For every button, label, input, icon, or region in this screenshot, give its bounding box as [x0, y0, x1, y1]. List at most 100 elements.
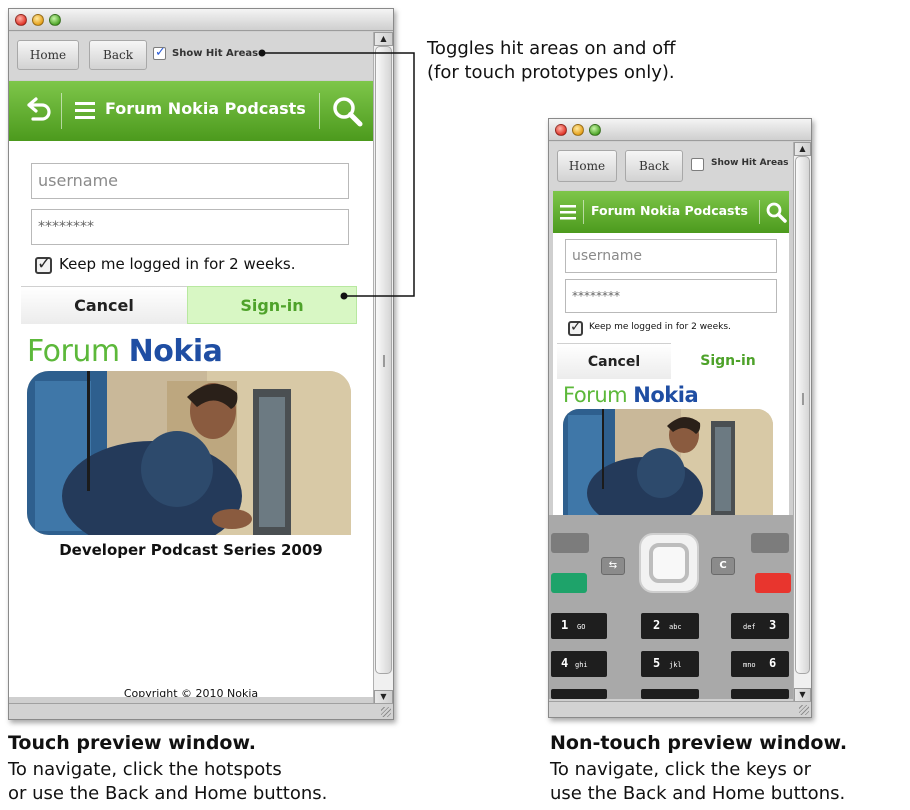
key-letters: abc	[669, 623, 682, 631]
window-status-bar	[9, 703, 393, 719]
header-divider	[319, 93, 320, 129]
key-3[interactable]: def 3	[731, 613, 789, 639]
forum-nokia-logo: Forum Nokia	[563, 383, 699, 407]
touch-preview-window: Home Back ✓ Show Hit Areas Forum Nokia P…	[8, 8, 394, 720]
cancel-button[interactable]: Cancel	[21, 286, 187, 324]
header-divider	[759, 200, 760, 224]
header-divider	[61, 93, 62, 129]
key-letters: def	[743, 623, 756, 631]
window-titlebar[interactable]	[9, 9, 393, 31]
username-input[interactable]: username	[565, 239, 777, 273]
checkmark-icon: ✓	[570, 319, 582, 335]
scrollbar-grip	[801, 393, 804, 405]
copyright-text: Copyright © 2010 Nokia	[123, 687, 259, 697]
podcast-caption: Developer Podcast Series 2009	[59, 541, 323, 559]
key-2[interactable]: 2 abc	[641, 613, 699, 639]
keep-logged-in-checkbox[interactable]: ✓	[568, 319, 583, 336]
key-letters: mno	[743, 661, 756, 669]
preview-toolbar: Home Back ✓ Show Hit Areas	[9, 32, 373, 80]
key-row-partial[interactable]	[551, 689, 607, 699]
back-button[interactable]: Back	[89, 40, 147, 70]
show-hit-areas-label: Show Hit Areas	[711, 158, 789, 168]
key-digit: 4	[561, 656, 569, 670]
hit-areas-note-line1: Toggles hit areas on and off	[427, 38, 676, 59]
keep-logged-in-label: Keep me logged in for 2 weeks.	[589, 322, 731, 332]
key-letters: GO	[577, 623, 586, 631]
show-hit-areas-checkbox[interactable]	[691, 158, 704, 171]
scrollbar-thumb[interactable]	[375, 46, 392, 674]
touch-caption-line2: or use the Back and Home buttons.	[8, 783, 328, 804]
vertical-scrollbar[interactable]: ▲ ▼	[793, 142, 811, 702]
zoom-window-icon[interactable]	[49, 14, 61, 26]
minimize-window-icon[interactable]	[32, 14, 44, 26]
call-key[interactable]	[551, 573, 587, 593]
hit-areas-note-line2: (for touch prototypes only).	[427, 62, 675, 83]
touch-phone-screen: Forum Nokia Podcasts username ******** ✓…	[9, 81, 373, 697]
show-hit-areas-checkbox[interactable]: ✓	[153, 45, 166, 60]
close-window-icon[interactable]	[555, 124, 567, 136]
scroll-up-arrow-icon[interactable]: ▲	[794, 142, 811, 156]
nontouch-caption-title: Non-touch preview window.	[550, 732, 848, 754]
menu-icon[interactable]	[559, 203, 577, 221]
cancel-button[interactable]: Cancel	[557, 343, 671, 379]
keep-logged-in-label: Keep me logged in for 2 weeks.	[59, 255, 296, 273]
key-digit: 1	[561, 618, 569, 632]
touch-caption-title: Touch preview window.	[8, 732, 257, 754]
sign-in-button[interactable]: Sign-in	[671, 343, 785, 379]
checkmark-icon: ✓	[155, 45, 166, 60]
key-1[interactable]: 1 GO	[551, 613, 607, 639]
resize-grip-icon[interactable]	[381, 707, 391, 717]
menu-icon[interactable]	[73, 99, 97, 123]
end-key[interactable]	[755, 573, 791, 593]
home-button[interactable]: Home	[557, 150, 617, 182]
nontouch-caption-line1: To navigate, click the keys or	[550, 759, 812, 780]
clear-key[interactable]: C	[711, 557, 735, 575]
home-button[interactable]: Home	[17, 40, 79, 70]
key-5[interactable]: 5 jkl	[641, 651, 699, 677]
keep-logged-in-checkbox[interactable]: ✓	[35, 254, 52, 274]
close-window-icon[interactable]	[15, 14, 27, 26]
key-row-partial[interactable]	[731, 689, 789, 699]
scroll-down-arrow-icon[interactable]: ▼	[374, 690, 393, 704]
nontouch-preview-window: Home Back Show Hit Areas Forum Nokia Pod…	[548, 118, 812, 718]
password-input[interactable]: ********	[565, 279, 777, 313]
scrollbar-thumb[interactable]	[795, 156, 810, 674]
navigation-key-outer[interactable]	[639, 533, 699, 593]
back-button[interactable]: Back	[625, 150, 683, 182]
password-input[interactable]: ********	[31, 209, 349, 245]
nontouch-caption-line2: use the Back and Home buttons.	[550, 783, 846, 804]
username-input[interactable]: username	[31, 163, 349, 199]
key-digit: 6	[769, 656, 777, 670]
left-soft-key[interactable]	[551, 533, 589, 553]
touch-caption-line1: To navigate, click the hotspots	[8, 759, 282, 780]
back-arrow-icon[interactable]	[23, 96, 53, 126]
scroll-up-arrow-icon[interactable]: ▲	[374, 32, 393, 46]
zoom-window-icon[interactable]	[589, 124, 601, 136]
key-row-partial[interactable]	[641, 689, 699, 699]
show-hit-areas-label: Show Hit Areas	[172, 48, 259, 59]
minimize-window-icon[interactable]	[572, 124, 584, 136]
podcast-photo	[563, 409, 773, 515]
search-icon[interactable]	[765, 201, 787, 223]
navigation-select-key[interactable]	[649, 543, 689, 583]
window-titlebar[interactable]	[549, 119, 811, 141]
resize-grip-icon[interactable]	[799, 705, 809, 715]
logo-forum-text: Forum	[27, 334, 120, 369]
vertical-scrollbar[interactable]: ▲ ▼	[373, 32, 393, 704]
menu-key[interactable]: ⇆	[601, 557, 625, 575]
logo-nokia-text: Nokia	[633, 383, 699, 407]
nontouch-phone-screen: Forum Nokia Podcasts username ******** ✓…	[553, 191, 789, 515]
clear-key-label: C	[719, 560, 727, 571]
key-6[interactable]: mno 6	[731, 651, 789, 677]
phone-keypad: ⇆ C 1 GO 2 abc def 3 4 ghi 5 jkl mno 6	[549, 515, 793, 699]
checkmark-icon: ✓	[37, 254, 52, 274]
sign-in-button[interactable]: Sign-in	[187, 286, 357, 324]
search-icon[interactable]	[331, 95, 363, 127]
key-letters: jkl	[669, 661, 682, 669]
key-4[interactable]: 4 ghi	[551, 651, 607, 677]
scroll-down-arrow-icon[interactable]: ▼	[794, 688, 811, 702]
app-header-bar: Forum Nokia Podcasts	[9, 81, 373, 141]
right-soft-key[interactable]	[751, 533, 789, 553]
key-digit: 5	[653, 656, 661, 670]
header-divider	[583, 200, 584, 224]
